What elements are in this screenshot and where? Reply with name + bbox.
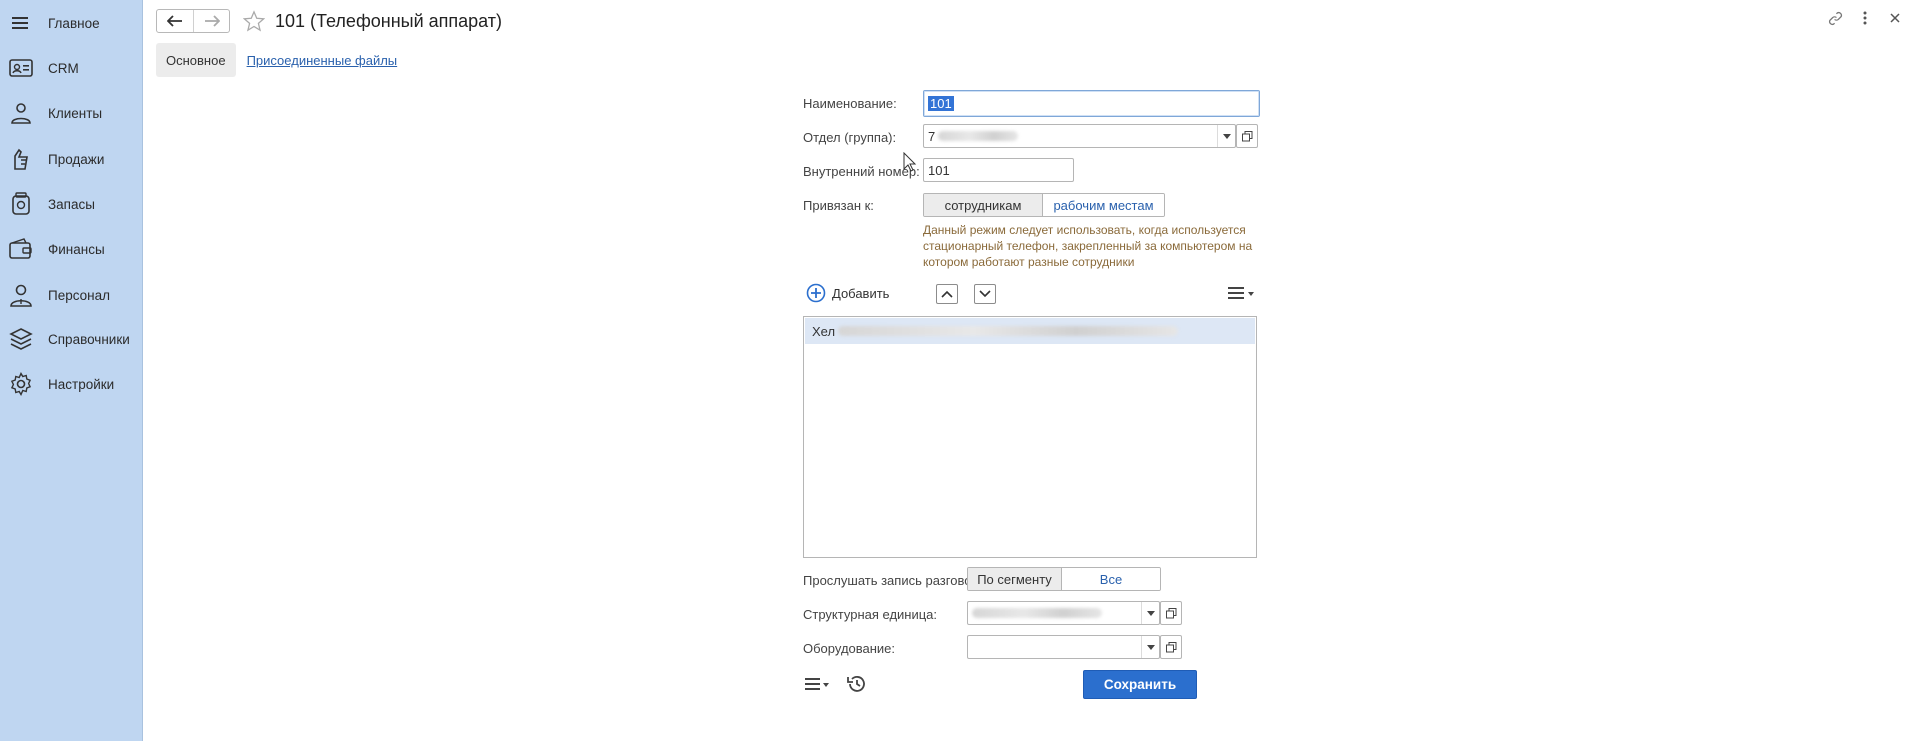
dept-value-blurred — [938, 131, 1019, 141]
main-content: 101 (Телефонный аппарат) Основное Присое… — [143, 0, 1911, 741]
nav-buttons — [156, 9, 230, 33]
sidebar-item-inventory[interactable]: Запасы — [0, 184, 143, 224]
staff-icon — [8, 282, 34, 308]
sidebar-item-label: CRM — [48, 60, 79, 76]
inventory-icon — [8, 191, 34, 217]
history-button[interactable] — [847, 674, 867, 694]
employees-list[interactable]: Хел — [803, 316, 1257, 558]
equip-dropdown-button[interactable] — [1141, 636, 1159, 658]
layers-icon — [8, 326, 34, 352]
window-controls — [1827, 10, 1903, 26]
form-tabs: Основное Присоединенные файлы — [156, 43, 397, 77]
equip-open-button[interactable] — [1160, 635, 1182, 659]
sidebar-item-label: Справочники — [48, 331, 130, 347]
bound-employees-option[interactable]: сотрудникам — [924, 194, 1043, 216]
listen-segment-option[interactable]: По сегменту — [968, 568, 1062, 590]
name-input[interactable]: 101 — [923, 90, 1260, 117]
clients-icon — [8, 100, 34, 126]
equip-select[interactable] — [967, 635, 1160, 659]
ext-value: 101 — [928, 162, 950, 178]
sidebar-item-sales[interactable]: Продажи — [0, 139, 143, 179]
back-button[interactable] — [157, 10, 193, 32]
sidebar-item-label: Персонал — [48, 287, 110, 303]
add-label: Добавить — [832, 285, 890, 301]
dept-label: Отдел (группа): — [803, 130, 897, 145]
forward-button[interactable] — [193, 10, 229, 32]
star-icon — [243, 10, 265, 32]
sidebar-item-label: Продажи — [48, 151, 105, 167]
chevron-down-icon — [979, 290, 991, 298]
sidebar-item-staff[interactable]: Персонал — [0, 275, 143, 315]
menu-dropdown-icon — [1228, 287, 1254, 299]
sidebar-item-crm[interactable]: CRM — [0, 48, 143, 88]
struct-select[interactable] — [967, 601, 1160, 625]
ext-input[interactable]: 101 — [923, 158, 1074, 182]
header: 101 (Телефонный аппарат) — [156, 8, 502, 34]
list-item-blurred — [838, 326, 1179, 336]
link-icon[interactable] — [1827, 10, 1843, 26]
more-vertical-icon[interactable] — [1857, 10, 1873, 26]
sidebar-item-label: Клиенты — [48, 105, 103, 121]
struct-open-button[interactable] — [1160, 601, 1182, 625]
sidebar-item-settings[interactable]: Настройки — [0, 364, 143, 404]
open-window-icon — [1165, 641, 1176, 652]
sidebar-item-label: Настройки — [48, 376, 115, 392]
tab-attached-files[interactable]: Присоединенные файлы — [247, 53, 398, 68]
plus-circle-icon — [806, 283, 826, 303]
chevron-down-icon — [1146, 610, 1155, 616]
equip-label: Оборудование: — [803, 641, 896, 656]
form-menu-button[interactable] — [805, 676, 831, 692]
name-label: Наименование: — [803, 96, 897, 111]
add-button[interactable]: Добавить — [806, 283, 889, 303]
list-item-text: Хел — [812, 323, 836, 339]
open-window-icon — [1241, 130, 1252, 141]
arrow-left-icon — [167, 15, 182, 27]
wallet-icon — [8, 236, 34, 262]
chevron-up-icon — [941, 290, 953, 298]
dept-value: 7 — [928, 128, 936, 144]
dept-open-button[interactable] — [1236, 124, 1258, 148]
mouse-cursor-icon — [903, 152, 917, 172]
sidebar-item-clients[interactable]: Клиенты — [0, 93, 143, 133]
struct-value-blurred — [972, 608, 1102, 618]
menu-icon — [8, 10, 34, 36]
page-title: 101 (Телефонный аппарат) — [275, 10, 503, 31]
mode-note: Данный режим следует использовать, когда… — [923, 223, 1253, 269]
sidebar-item-main[interactable]: Главное — [0, 3, 143, 43]
gear-icon — [8, 371, 34, 397]
dept-dropdown-button[interactable] — [1217, 125, 1235, 147]
sidebar-item-finance[interactable]: Финансы — [0, 229, 143, 269]
sidebar: Главное CRM Клиенты Продажи Запасы Финан… — [0, 0, 143, 741]
sidebar-item-label: Главное — [48, 15, 100, 31]
contact-card-icon — [8, 55, 34, 81]
struct-label: Структурная единица: — [803, 607, 938, 622]
list-menu-button[interactable] — [1228, 285, 1256, 301]
name-value: 101 — [928, 96, 954, 111]
move-down-button[interactable] — [974, 284, 996, 304]
bound-workplaces-option[interactable]: рабочим местам — [1043, 194, 1164, 216]
listen-all-option[interactable]: Все — [1062, 568, 1160, 590]
list-item[interactable]: Хел — [805, 318, 1255, 344]
dept-select[interactable]: 7 — [923, 124, 1236, 148]
struct-dropdown-button[interactable] — [1141, 602, 1159, 624]
chevron-down-icon — [1222, 133, 1231, 139]
sidebar-item-label: Финансы — [48, 241, 105, 257]
sidebar-item-label: Запасы — [48, 196, 95, 212]
save-button[interactable]: Сохранить — [1083, 670, 1197, 699]
listen-toggle: По сегменту Все — [967, 567, 1161, 591]
arrow-right-icon — [204, 15, 220, 27]
favorite-star-button[interactable] — [242, 9, 266, 33]
close-icon[interactable] — [1887, 10, 1903, 26]
tab-main[interactable]: Основное — [156, 43, 236, 77]
bound-label: Привязан к: — [803, 198, 874, 213]
bound-toggle: сотрудникам рабочим местам — [923, 193, 1165, 217]
sidebar-item-references[interactable]: Справочники — [0, 319, 143, 359]
sales-icon — [8, 146, 34, 172]
chevron-down-icon — [1146, 644, 1155, 650]
menu-dropdown-icon — [805, 678, 829, 690]
open-window-icon — [1165, 607, 1176, 618]
move-up-button[interactable] — [936, 284, 958, 304]
history-icon — [847, 676, 865, 692]
